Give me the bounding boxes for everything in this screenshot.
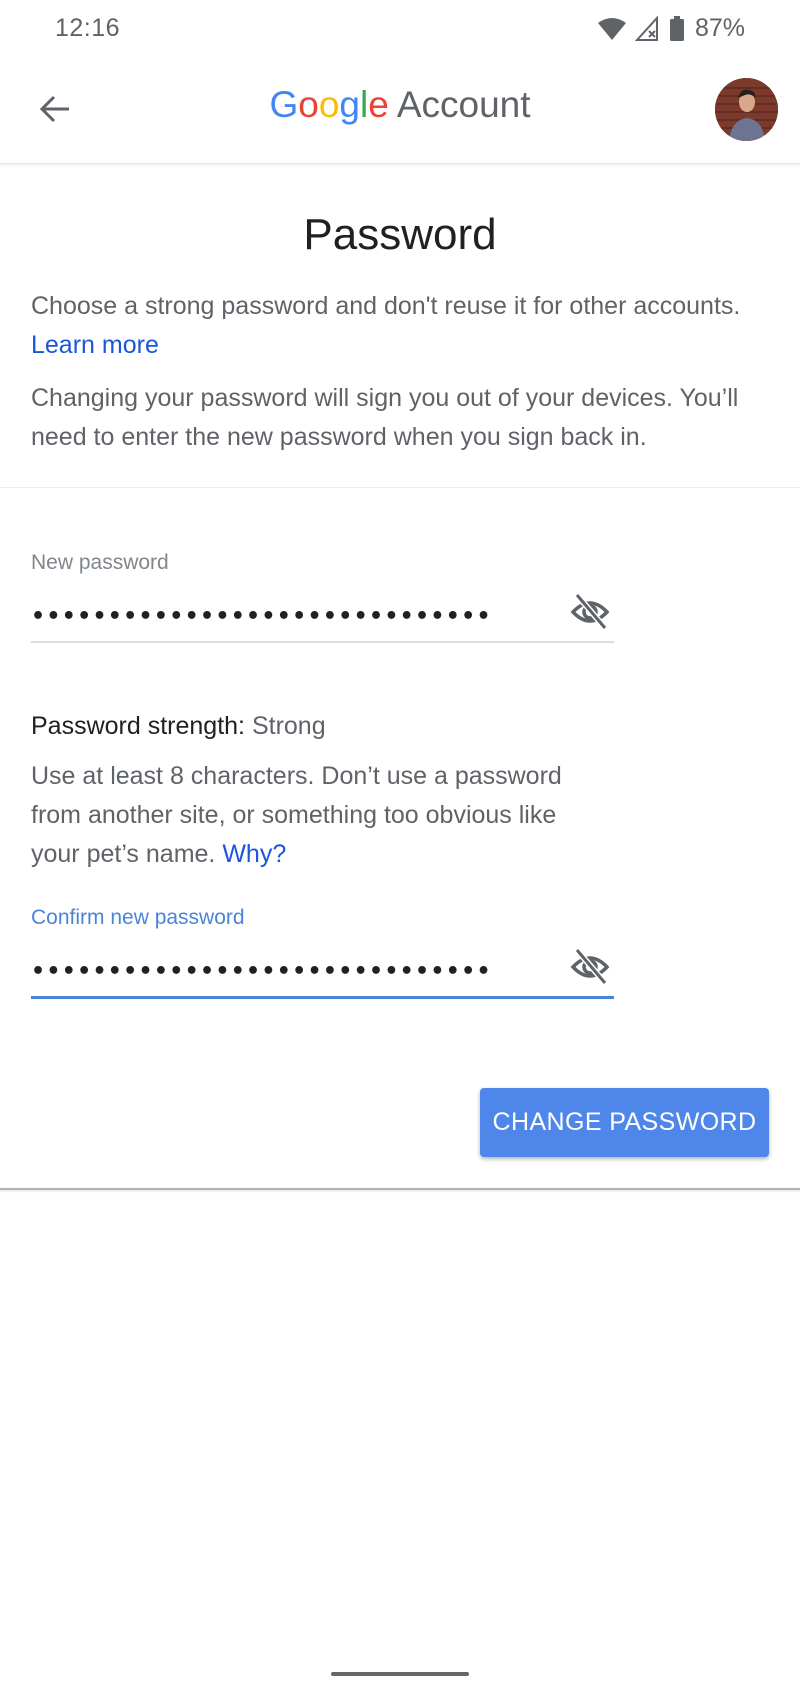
status-bar: 12:16 87% bbox=[0, 0, 800, 60]
logo-letter: e bbox=[368, 84, 389, 125]
hint-body: Use at least 8 characters. Don’t use a p… bbox=[31, 762, 562, 868]
intro-text: Choose a strong password and don't reuse… bbox=[31, 287, 781, 365]
logo-letter: G bbox=[269, 84, 299, 125]
password-strength: Password strength: Strong bbox=[31, 712, 326, 741]
page-title: Password bbox=[303, 210, 497, 259]
google-account-logo: Google Account bbox=[0, 84, 800, 126]
toggle-new-password-visibility[interactable] bbox=[568, 591, 612, 635]
battery-percent: 87% bbox=[694, 14, 745, 42]
strength-value: Strong bbox=[251, 712, 326, 740]
why-link[interactable]: Why? bbox=[222, 840, 286, 868]
confirm-password-input[interactable] bbox=[31, 951, 551, 991]
logo-letter: o bbox=[318, 84, 340, 125]
bottom-divider bbox=[0, 1188, 800, 1190]
intro-body: Choose a strong password and don't reuse… bbox=[31, 292, 741, 320]
visibility-off-icon bbox=[569, 590, 611, 637]
gesture-nav-handle[interactable] bbox=[331, 1672, 469, 1676]
profile-avatar[interactable] bbox=[715, 78, 778, 141]
confirm-password-underline-focused bbox=[31, 996, 614, 999]
password-hint: Use at least 8 characters. Don’t use a p… bbox=[31, 757, 611, 874]
app-bar: Google Account bbox=[0, 60, 800, 164]
change-password-button[interactable]: CHANGE PASSWORD bbox=[480, 1088, 769, 1157]
wifi-icon bbox=[597, 17, 627, 41]
logo-letter: o bbox=[298, 84, 319, 125]
new-password-input[interactable] bbox=[31, 596, 551, 636]
logo-letter: g bbox=[339, 84, 360, 125]
learn-more-link[interactable]: Learn more bbox=[31, 331, 159, 359]
new-password-underline bbox=[31, 641, 614, 643]
toggle-confirm-password-visibility[interactable] bbox=[568, 946, 612, 990]
strength-label: Password strength: bbox=[31, 712, 245, 740]
battery-icon bbox=[669, 15, 685, 42]
status-icons: 87% bbox=[597, 14, 745, 43]
sign-out-notice: Changing your password will sign you out… bbox=[31, 384, 739, 451]
logo-letter: l bbox=[360, 84, 369, 125]
status-time: 12:16 bbox=[55, 14, 121, 42]
logo-suffix: Account bbox=[396, 84, 531, 125]
visibility-off-icon bbox=[569, 945, 611, 992]
section-divider bbox=[0, 487, 800, 488]
new-password-label: New password bbox=[31, 551, 169, 574]
no-signal-icon bbox=[634, 15, 661, 42]
confirm-password-label: Confirm new password bbox=[31, 906, 245, 929]
